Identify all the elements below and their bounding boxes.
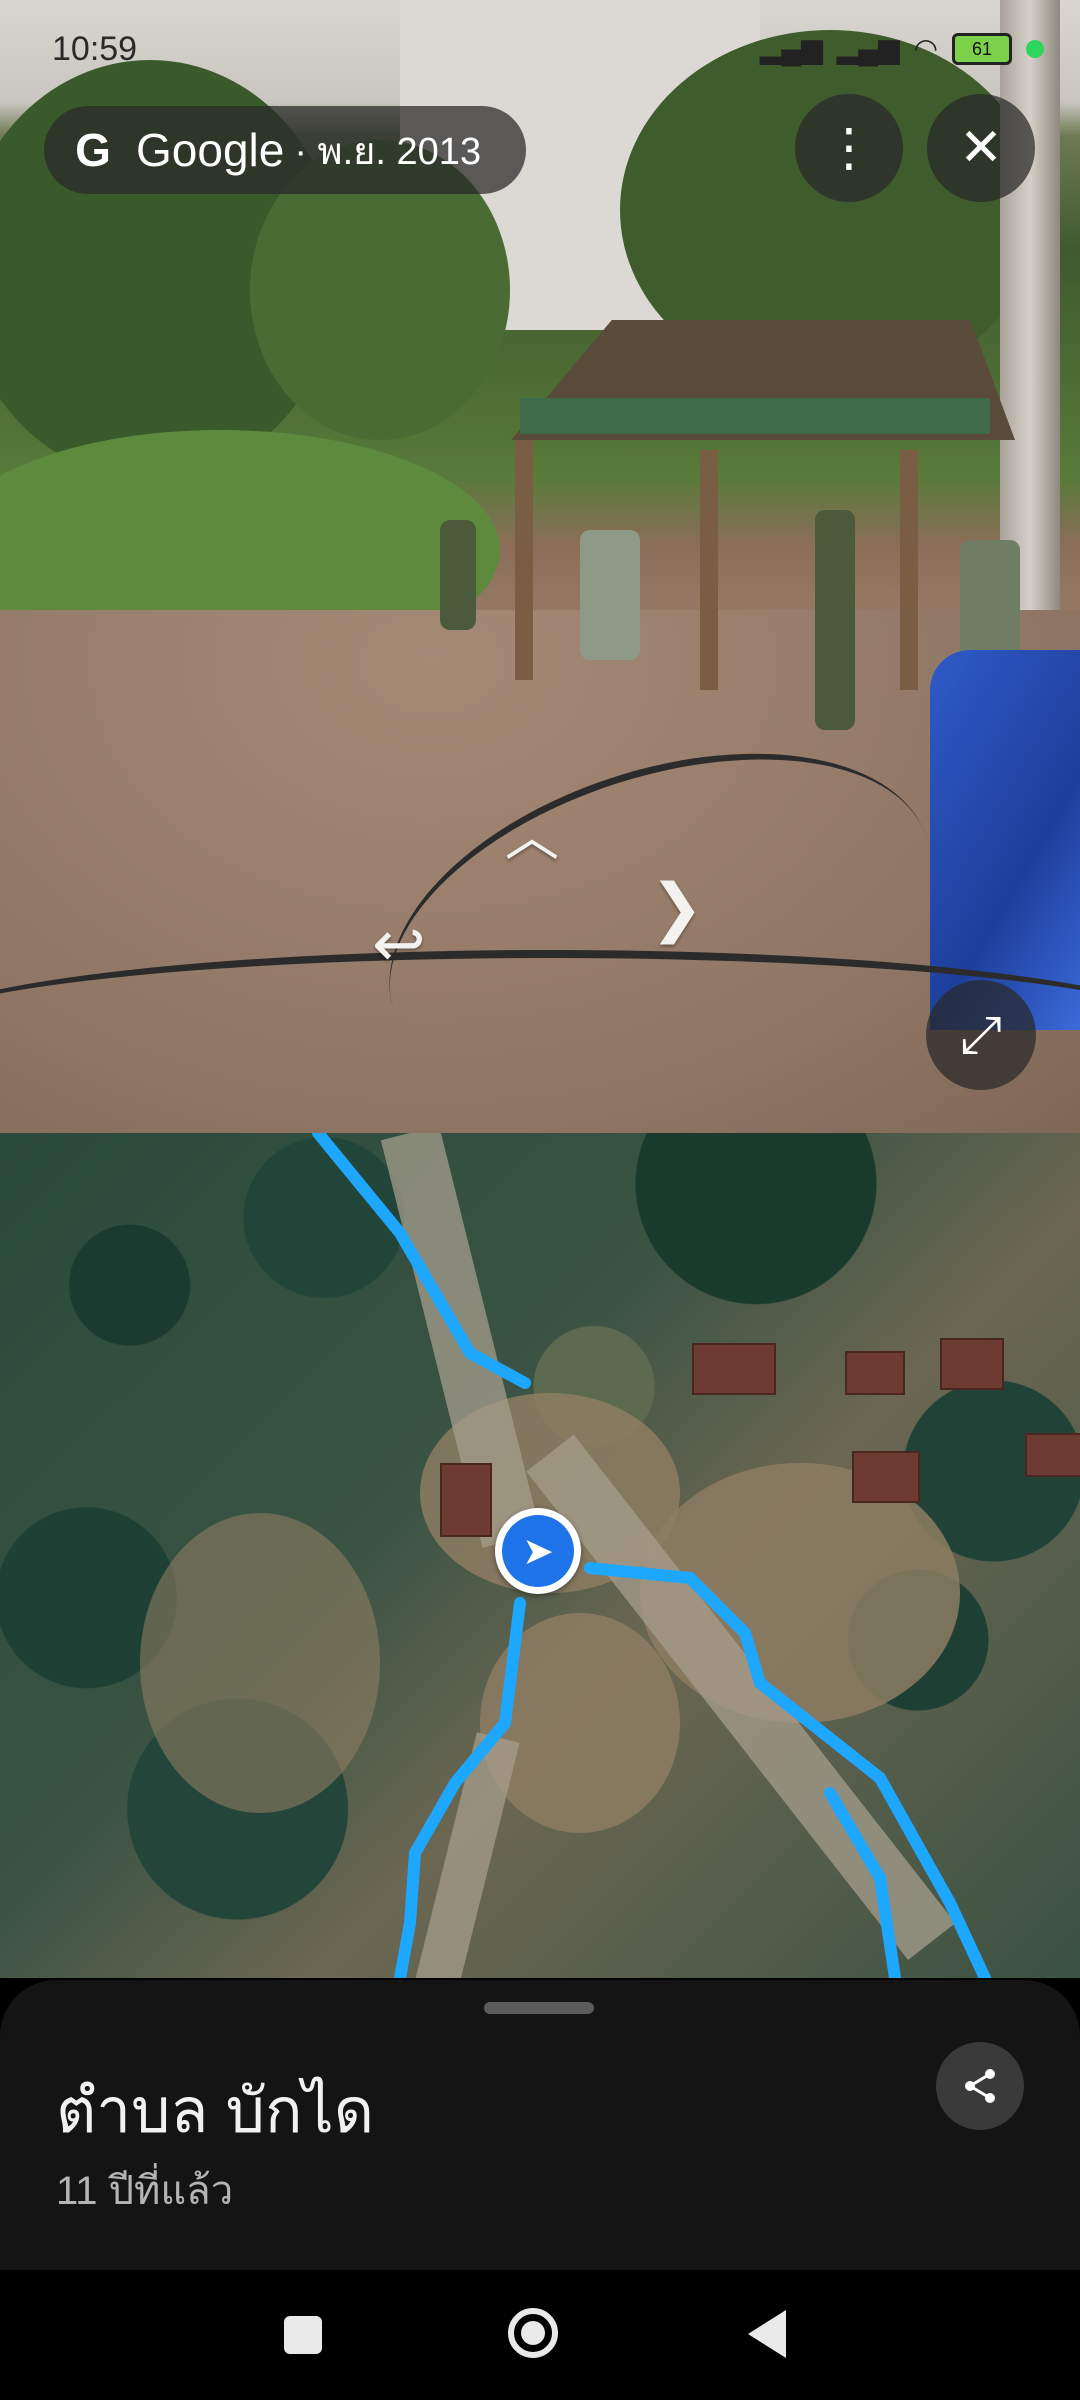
more-options-button[interactable]: ⋮ [795,94,903,202]
signal-icon: ▂▄▆ [759,33,823,64]
close-icon: ✕ [959,119,1003,177]
status-time: 10:59 [52,30,138,68]
fullscreen-icon: ⤢ [960,1005,1002,1064]
battery-icon: 61 [952,32,1012,65]
hut-post [700,450,718,690]
imagery-date: · พ.ย. 2013 [294,130,482,173]
coverage-line [394,1597,526,1978]
person [580,530,640,660]
hut-post [900,450,918,690]
place-subtitle: 11 ปีที่แล้ว [56,2169,234,2213]
person [815,510,855,730]
home-icon [521,2321,545,2345]
share-button[interactable] [936,2042,1024,2130]
coverage-line [824,1787,901,1978]
back-button[interactable] [748,2310,786,2358]
more-vert-icon: ⋮ [823,119,875,177]
place-title: ตำบล บักได [56,2077,374,2146]
person [440,520,476,630]
hut-post [515,440,533,680]
right-arrow-icon[interactable]: ❯ [650,875,704,939]
recents-button[interactable] [284,2316,322,2354]
privacy-dot-icon [1026,39,1044,58]
coverage-line [312,1133,531,1389]
forward-arrow-icon[interactable]: ︿ [505,810,559,864]
hut-roof-trim [520,398,990,434]
home-button[interactable] [508,2308,558,2358]
imagery-source-chip[interactable]: G Google · พ.ย. 2013 [44,106,526,194]
place-bottom-sheet[interactable]: ตำบล บักได 11 ปีที่แล้ว [0,1980,1080,2270]
google-g-icon: G [75,124,111,176]
fullscreen-button[interactable]: ⤢ [926,980,1036,1090]
back-left-arrow-icon[interactable]: ↩ [372,912,426,976]
status-icons: ▂▄▆ ▂▄▆ ◠ 61 [760,32,1044,65]
status-bar: 10:59 ▂▄▆ ▂▄▆ ◠ 61 [0,0,1080,100]
coverage-line [584,1562,991,1978]
close-button[interactable]: ✕ [927,94,1035,202]
battery-level: 61 [971,38,993,59]
share-icon [965,2069,995,2103]
sheet-drag-handle[interactable] [484,2002,594,2014]
current-view-marker[interactable]: ➤ [495,1508,581,1594]
navigation-arrow-icon: ➤ [502,1515,574,1587]
imagery-brand: Google [136,124,285,176]
signal-icon: ▂▄▆ [836,33,900,64]
wifi-icon: ◠ [913,33,938,64]
system-navigation-bar [0,2270,1080,2400]
